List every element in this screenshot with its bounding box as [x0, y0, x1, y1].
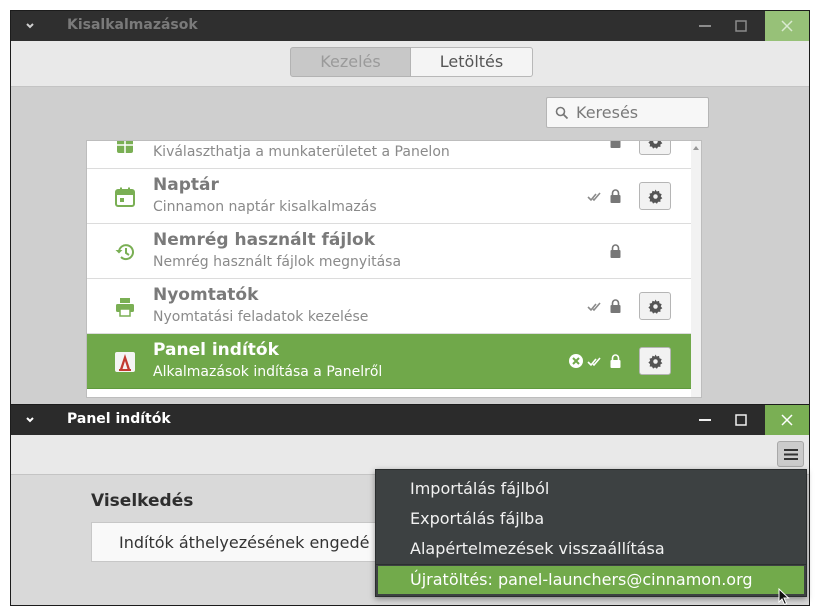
lock-icon — [610, 354, 621, 368]
menu-item-label: Importálás fájlból — [410, 479, 550, 498]
minimize-button[interactable] — [687, 11, 723, 41]
menu-item-label: Exportálás fájlba — [410, 509, 545, 528]
check-icon — [587, 192, 601, 202]
menu-button[interactable] — [777, 441, 804, 467]
setting-label: Indítók áthelyezésének engedé — [119, 533, 370, 552]
close-icon — [781, 20, 793, 32]
remove-icon[interactable] — [568, 353, 584, 369]
search-input[interactable]: Keresés — [546, 97, 709, 128]
applet-description: Kiválaszthatja a munkaterületet a Panelo… — [153, 144, 450, 160]
menu-separator — [376, 564, 806, 565]
window-title: Panel indítók — [67, 411, 171, 427]
lock-icon — [610, 299, 621, 313]
window-title: Kisalkalmazások — [67, 17, 198, 33]
settings-button[interactable] — [639, 182, 671, 210]
close-button[interactable] — [765, 405, 809, 435]
close-icon — [781, 414, 793, 426]
minimize-button[interactable] — [687, 405, 723, 435]
applets-toolbar: Kezelés Letöltés — [11, 41, 809, 87]
check-icon — [587, 302, 601, 312]
list-item[interactable]: Naptár Cinnamon naptár kisalkalmazás — [87, 169, 701, 224]
gear-icon — [648, 189, 663, 204]
applet-name: Nyomtatók — [153, 285, 259, 305]
applet-name: Nemrég használt fájlok — [153, 230, 376, 250]
settings-button[interactable] — [639, 141, 671, 155]
menu-item-reload[interactable]: Újratöltés: panel-launchers@cinnamon.org — [378, 566, 804, 594]
list-item-selected[interactable]: Panel indítók Alkalmazások indítása a Pa… — [87, 334, 701, 389]
settings-button[interactable] — [639, 347, 671, 375]
menu-item-label: Újratöltés: panel-launchers@cinnamon.org — [410, 570, 753, 589]
maximize-button[interactable] — [723, 405, 759, 435]
menu-item-import[interactable]: Importálás fájlból — [376, 474, 806, 504]
list-item[interactable]: Nemrég használt fájlok Nemrég használt f… — [87, 224, 701, 279]
search-placeholder: Keresés — [576, 103, 639, 122]
applet-description: Nemrég használt fájlok megnyitása — [153, 254, 402, 270]
workspace-icon — [117, 141, 133, 153]
applet-description: Nyomtatási feladatok kezelése — [153, 309, 369, 325]
menu-item-label: Alapértelmezések visszaállítása — [410, 539, 665, 558]
close-button[interactable] — [765, 11, 809, 41]
list-item[interactable]: Kiválaszthatja a munkaterületet a Panelo… — [87, 141, 701, 169]
panel-launchers-titlebar: Panel indítók — [11, 405, 809, 435]
printer-icon — [116, 298, 134, 317]
lock-icon — [610, 141, 621, 148]
window-menu-icon[interactable] — [23, 412, 37, 426]
maximize-button[interactable] — [723, 11, 759, 41]
tab-download[interactable]: Letöltés — [411, 47, 533, 77]
applet-description: Cinnamon naptár kisalkalmazás — [153, 199, 377, 215]
applet-list[interactable]: Kiválaszthatja a munkaterületet a Panelo… — [86, 140, 702, 398]
tab-manage[interactable]: Kezelés — [290, 47, 411, 77]
maximize-icon — [735, 414, 747, 426]
settings-button[interactable] — [639, 292, 671, 320]
section-title: Viselkedés — [91, 491, 194, 511]
list-scrollbar[interactable] — [691, 141, 701, 397]
hamburger-icon — [784, 449, 798, 460]
check-icon — [587, 357, 601, 367]
applets-titlebar: Kisalkalmazások — [11, 11, 809, 41]
minimize-icon — [699, 25, 711, 27]
window-menu-icon[interactable] — [23, 18, 37, 32]
mouse-cursor-icon — [778, 588, 790, 606]
context-menu: Importálás fájlból Exportálás fájlba Ala… — [375, 469, 807, 597]
maximize-icon — [735, 20, 747, 32]
history-icon — [115, 244, 134, 261]
lock-icon — [610, 189, 621, 203]
applet-name: Panel indítók — [153, 340, 279, 360]
applet-name: Naptár — [153, 175, 219, 195]
lock-icon — [610, 244, 621, 258]
menu-item-reset-defaults[interactable]: Alapértelmezések visszaállítása — [376, 534, 806, 564]
list-item[interactable]: Nyomtatók Nyomtatási feladatok kezelése — [87, 279, 701, 334]
calendar-icon — [115, 187, 135, 207]
scroll-up-icon[interactable] — [691, 143, 701, 153]
panel-launcher-icon — [115, 352, 135, 372]
minimize-icon — [699, 419, 711, 421]
search-icon — [555, 106, 569, 120]
gear-icon — [648, 299, 663, 314]
gear-icon — [648, 354, 663, 369]
applet-description: Alkalmazások indítása a Panelről — [153, 364, 383, 380]
menu-item-export[interactable]: Exportálás fájlba — [376, 504, 806, 534]
gear-icon — [648, 141, 663, 149]
